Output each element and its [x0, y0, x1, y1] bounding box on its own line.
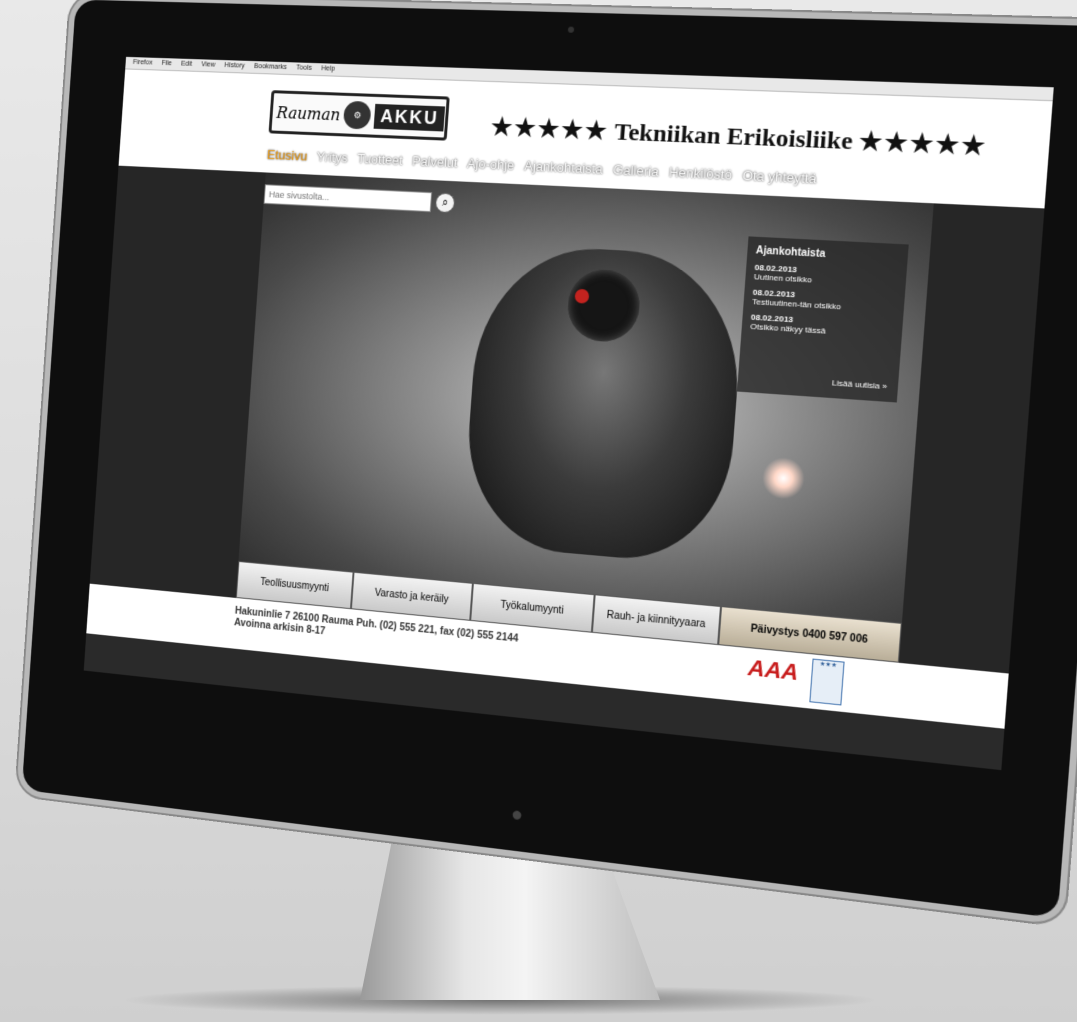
certificate-badge-icon: ★★★	[809, 658, 845, 706]
news-item[interactable]: 08.02.2013 Testiuutinen-tän otsikko	[752, 288, 896, 315]
nav-item-henkilosto[interactable]: Henkilöstö	[668, 164, 732, 182]
menubar-item[interactable]: View	[201, 59, 216, 71]
menubar-item[interactable]: History	[224, 60, 245, 72]
menubar-item[interactable]: Bookmarks	[254, 61, 288, 74]
news-more-link[interactable]: Lisää uutisia »	[832, 378, 888, 391]
news-item[interactable]: 08.02.2013 Uutinen otsikko	[754, 263, 898, 290]
welding-spark	[760, 455, 807, 501]
nav-item-ajankohtaista[interactable]: Ajankohtaista	[524, 158, 604, 177]
page-body: ⌕ Ajankohtaista 08.02.2013 Uutinen otsik…	[86, 165, 1045, 729]
news-title: Ajankohtaista	[755, 245, 826, 261]
news-panel: Ajankohtaista 08.02.2013 Uutinen otsikko…	[737, 236, 909, 403]
website-screen: Firefox File Edit View History Bookmarks…	[83, 56, 1054, 771]
menubar-item[interactable]: File	[161, 58, 172, 70]
tagline-text: Tekniikan Erikoisliike	[613, 119, 854, 156]
stars-left: ★★★★★	[489, 114, 610, 146]
search-input[interactable]	[263, 184, 433, 213]
nav-item-palvelut[interactable]: Palvelut	[412, 153, 458, 170]
logo-seal-icon: ⚙	[343, 100, 372, 130]
search-bar: ⌕	[263, 184, 456, 214]
aaa-rating-logo: AAA	[747, 654, 800, 686]
stars-right: ★★★★★	[857, 128, 989, 161]
tagline: ★★★★★ Tekniikan Erikoisliike ★★★★★	[490, 112, 989, 162]
menubar-item[interactable]: Help	[321, 63, 336, 75]
nav-item-yritys[interactable]: Yritys	[316, 149, 348, 165]
site-logo[interactable]: Rauman ⚙ AKKU	[268, 90, 450, 141]
search-icon[interactable]: ⌕	[434, 192, 456, 214]
monitor: ● Firefox File Edit View History Bookmar…	[21, 0, 1077, 919]
nav-item-ota-yhteytta[interactable]: Ota yhteyttä	[742, 168, 817, 187]
menubar-item[interactable]: Edit	[181, 59, 193, 71]
news-item[interactable]: 08.02.2013 Otsikko näkyy tässä	[750, 312, 894, 339]
logo-script: Rauman	[275, 102, 341, 124]
menubar-item[interactable]: Firefox	[133, 57, 153, 69]
menubar-item[interactable]: Tools	[296, 62, 312, 74]
nav-item-etusivu[interactable]: Etusivu	[267, 147, 308, 163]
apple-logo-icon: ●	[510, 802, 524, 827]
logo-brand: AKKU	[373, 103, 446, 132]
nav-item-tuotteet[interactable]: Tuotteet	[357, 151, 404, 168]
nav-item-galleria[interactable]: Galleria	[612, 162, 659, 179]
nav-item-ajo-ohje[interactable]: Ajo-ohje	[467, 156, 515, 173]
